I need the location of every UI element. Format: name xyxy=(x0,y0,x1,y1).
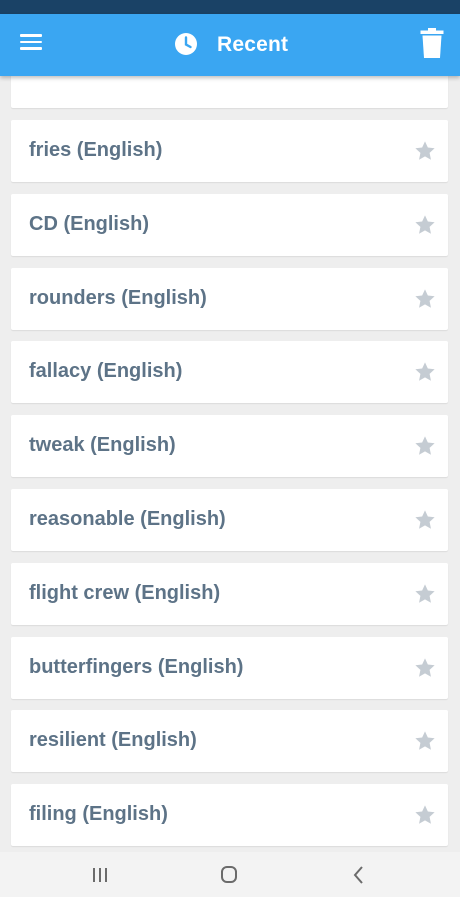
recent-list: fries (English) CD (English) rounders (Eng… xyxy=(0,76,460,852)
star-icon[interactable] xyxy=(414,140,436,162)
list-item-label: flight crew (English) xyxy=(29,582,221,604)
list-item[interactable]: fries (English) xyxy=(11,120,448,182)
star-icon[interactable] xyxy=(414,214,436,236)
list-item-label: reasonable (English) xyxy=(29,508,226,530)
list-item[interactable]: CD (English) xyxy=(11,194,448,256)
star-icon[interactable] xyxy=(414,804,436,826)
back-icon[interactable] xyxy=(344,862,374,888)
recent-apps-icon[interactable] xyxy=(85,862,115,888)
list-item[interactable]: filing (English) xyxy=(11,784,448,846)
list-item-label: filing (English) xyxy=(29,803,168,825)
list-item-label: rounders (English) xyxy=(29,287,207,309)
system-navigation-bar xyxy=(0,852,460,897)
star-icon[interactable] xyxy=(414,730,436,752)
list-item-label: fries (English) xyxy=(29,139,163,161)
app-bar: Recent xyxy=(0,14,460,76)
home-icon[interactable] xyxy=(214,862,244,888)
list-item[interactable]: reasonable (English) xyxy=(11,489,448,551)
list-item[interactable]: rounders (English) xyxy=(11,268,448,330)
list-item-label: tweak (English) xyxy=(29,434,176,456)
status-bar xyxy=(0,0,460,14)
list-item[interactable]: fallacy (English) xyxy=(11,341,448,403)
trash-icon[interactable] xyxy=(420,28,444,58)
star-icon[interactable] xyxy=(414,583,436,605)
list-item-label: resilient (English) xyxy=(29,729,197,751)
list-item[interactable]: butterfingers (English) xyxy=(11,637,448,699)
clock-icon xyxy=(175,33,197,55)
list-item[interactable]: tweak (English) xyxy=(11,415,448,477)
list-item-partial[interactable] xyxy=(11,76,448,108)
list-item[interactable]: flight crew (English) xyxy=(11,563,448,625)
star-icon[interactable] xyxy=(414,509,436,531)
list-item-label: butterfingers (English) xyxy=(29,656,244,678)
list-item-label: fallacy (English) xyxy=(29,360,183,382)
list-item[interactable]: resilient (English) xyxy=(11,710,448,772)
star-icon[interactable] xyxy=(414,288,436,310)
hamburger-menu-icon[interactable] xyxy=(20,34,42,50)
page-title: Recent xyxy=(217,33,289,56)
star-icon[interactable] xyxy=(414,657,436,679)
star-icon[interactable] xyxy=(414,435,436,457)
star-icon[interactable] xyxy=(414,361,436,383)
list-item-label: CD (English) xyxy=(29,213,149,235)
